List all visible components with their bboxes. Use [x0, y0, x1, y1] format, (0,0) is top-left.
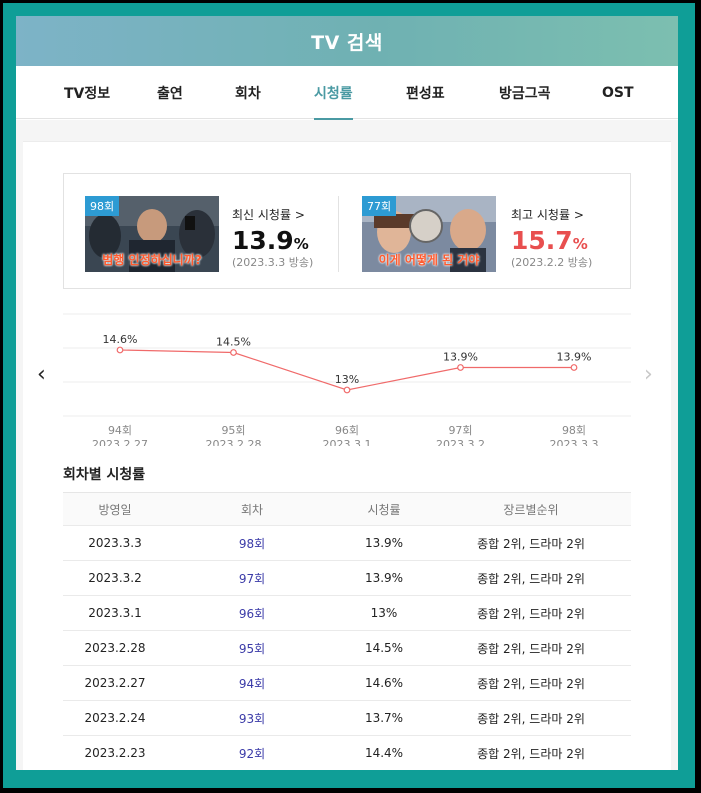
episode-link[interactable]: 92회 — [239, 747, 265, 761]
cell-rank: 종합 2위, 드라마 2위 — [477, 641, 585, 656]
ratings-line-chart: 14.6% 14.5%13%13.9% 13.9% 94회2023.2.2795회2… — [63, 313, 631, 446]
cell-rank: 종합 2위, 드라마 2위 — [477, 571, 585, 586]
header-rank: 장르별순위 — [503, 502, 559, 517]
rating-summary: 98회 범행 인정하십니까? 최신 시청률 > 13.9% (2023.3.3 … — [63, 173, 631, 289]
header: TV 검색 — [16, 16, 678, 66]
x-tick-episode: 96회 — [335, 424, 359, 437]
highest-rating-value: 15.7% — [511, 226, 588, 255]
tab-tv-info[interactable]: TV정보 — [64, 66, 110, 119]
x-tick-episode: 97회 — [448, 424, 472, 437]
episode-badge: 77회 — [362, 196, 397, 216]
table-row: 2023.2.23 92회 14.4% 종합 2위, 드라마 2위 — [63, 736, 631, 770]
rating-data-label: 14.5% — [216, 336, 251, 349]
x-tick-date: 2023.3.1 — [323, 438, 372, 446]
episode-link[interactable]: 96회 — [239, 607, 265, 621]
divider — [338, 196, 339, 272]
episode-link[interactable]: 97회 — [239, 572, 265, 586]
episode-badge: 98회 — [85, 196, 120, 216]
cell-rating: 13.9% — [364, 571, 404, 585]
tab-cast[interactable]: 출연 — [157, 66, 183, 119]
cell-rating: 13.9% — [364, 536, 404, 550]
x-tick-episode: 95회 — [221, 424, 245, 437]
tab-music[interactable]: 방금그곡 — [499, 66, 551, 119]
cell-rating: 14.6% — [364, 676, 404, 690]
table-row: 2023.2.28 95회 14.5% 종합 2위, 드라마 2위 — [63, 631, 631, 666]
tab-ratings[interactable]: 시청률 — [314, 66, 353, 120]
highest-episode-thumbnail[interactable]: 77회 이게 어떻게 된 거야 — [362, 196, 496, 272]
x-tick-episode: 98회 — [562, 424, 586, 437]
x-tick-date: 2023.3.2 — [436, 438, 485, 446]
table-row: 2023.3.2 97회 13.9% 종합 2위, 드라마 2위 — [63, 561, 631, 596]
cell-rank: 종합 2위, 드라마 2위 — [477, 746, 585, 761]
cell-date: 2023.3.1 — [88, 606, 142, 620]
table-row: 2023.3.1 96회 13% 종합 2위, 드라마 2위 — [63, 596, 631, 631]
header-date: 방영일 — [98, 502, 132, 517]
episode-link[interactable]: 98회 — [239, 537, 265, 551]
cell-date: 2023.3.2 — [88, 571, 142, 585]
x-tick-date: 2023.2.28 — [206, 438, 262, 446]
latest-rating-link[interactable]: 최신 시청률 > — [232, 206, 305, 223]
table-row: 2023.3.3 98회 13.9% 종합 2위, 드라마 2위 — [63, 526, 631, 561]
section-title: 회차별 시청률 — [63, 467, 146, 483]
thumbnail-caption: 이게 어떻게 된 거야 — [378, 253, 480, 267]
latest-rating-value: 13.9% — [232, 226, 309, 255]
cell-date: 2023.2.28 — [84, 641, 146, 655]
highest-rating-link[interactable]: 최고 시청률 > — [511, 206, 584, 223]
ratings-table: 방영일 회차 시청률 장르별순위 2023.3.3 98회 13.9% 종합 2… — [63, 492, 631, 770]
rating-data-label: 13.9% — [443, 351, 478, 364]
table-row: 2023.2.24 93회 13.7% 종합 2위, 드라마 2위 — [63, 701, 631, 736]
header-rating: 시청률 — [367, 502, 401, 517]
cell-rating: 13% — [370, 606, 398, 620]
cell-rank: 종합 2위, 드라마 2위 — [477, 536, 585, 551]
highest-rating-date: (2023.2.2 방송) — [511, 256, 593, 269]
cell-rank: 종합 2위, 드라마 2위 — [477, 606, 585, 621]
tab-bar: TV정보 출연 회차 시청률 편성표 방금그곡 OST — [16, 66, 678, 120]
table-row: 2023.2.27 94회 14.6% 종합 2위, 드라마 2위 — [63, 666, 631, 701]
thumbnail-caption: 범행 인정하십니까? — [102, 253, 202, 267]
tv-search-panel: TV 검색 TV정보 출연 회차 시청률 편성표 방금그곡 OST 98회 범행… — [16, 16, 678, 770]
rating-point[interactable] — [116, 346, 124, 354]
rating-data-label: 13.9% — [557, 351, 592, 364]
x-tick-date: 2023.3.3 — [550, 438, 599, 446]
cell-date: 2023.3.3 — [88, 536, 142, 550]
cell-rating: 14.5% — [364, 641, 404, 655]
rating-data-label: 13% — [335, 373, 359, 386]
cell-rank: 종합 2위, 드라마 2위 — [477, 676, 585, 691]
rating-point[interactable] — [570, 364, 578, 371]
cell-rating: 14.4% — [364, 746, 404, 760]
rating-point[interactable] — [343, 386, 351, 394]
episode-link[interactable]: 94회 — [239, 677, 265, 691]
x-tick-date: 2023.2.27 — [92, 438, 148, 446]
x-tick-episode: 94회 — [108, 424, 132, 437]
tab-episodes[interactable]: 회차 — [235, 66, 261, 119]
tab-schedule[interactable]: 편성표 — [406, 66, 445, 119]
episode-link[interactable]: 95회 — [239, 642, 265, 656]
rating-point[interactable] — [230, 349, 237, 356]
episode-link[interactable]: 93회 — [239, 712, 265, 726]
header-title: TV 검색 — [311, 31, 383, 54]
tab-ost[interactable]: OST — [602, 66, 634, 119]
cell-date: 2023.2.27 — [84, 676, 146, 690]
cell-date: 2023.2.24 — [84, 711, 146, 725]
header-episode: 회차 — [240, 502, 264, 517]
table-header: 방영일 회차 시청률 장르별순위 — [63, 493, 631, 526]
latest-rating-date: (2023.3.3 방송) — [232, 256, 314, 269]
rating-point[interactable] — [457, 364, 464, 371]
cell-date: 2023.2.23 — [84, 746, 146, 760]
latest-episode-thumbnail[interactable]: 98회 범행 인정하십니까? — [85, 196, 219, 272]
rating-data-label: 14.6% — [103, 333, 138, 346]
cell-rank: 종합 2위, 드라마 2위 — [477, 711, 585, 726]
cell-rating: 13.7% — [364, 711, 404, 725]
